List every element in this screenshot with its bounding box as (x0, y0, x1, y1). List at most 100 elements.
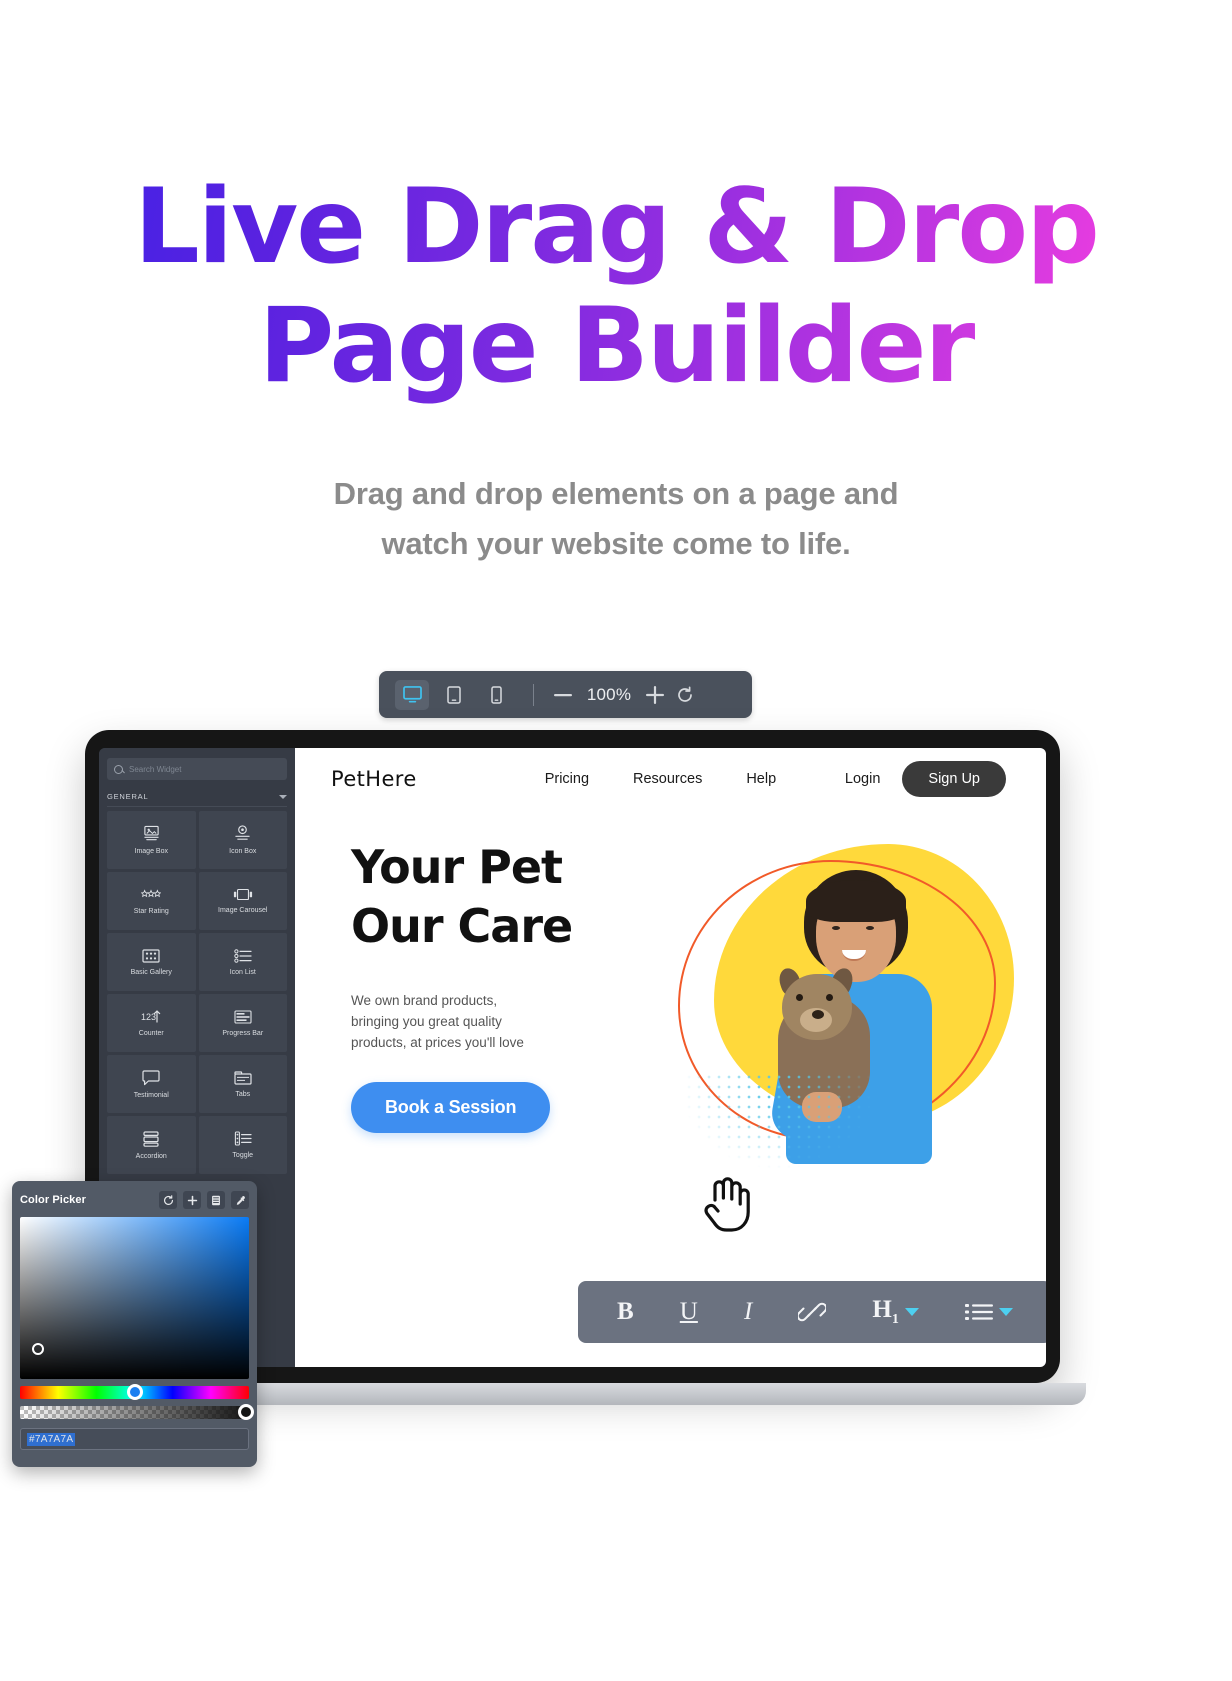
image-box-icon (144, 825, 159, 841)
widget-card-image-box[interactable]: Image Box (107, 811, 196, 869)
image-carousel-icon (233, 888, 252, 901)
widget-label: Image Box (134, 848, 168, 855)
tablet-icon (447, 685, 461, 704)
widget-card-tabs[interactable]: Tabs (198, 1055, 287, 1113)
site-nav-links: Pricing Resources Help (545, 771, 776, 787)
rich-text-toolbar: B U I H1 (578, 1281, 1046, 1343)
alpha-slider[interactable] (20, 1404, 254, 1420)
search-icon (114, 764, 123, 774)
color-picker-tools (159, 1191, 249, 1209)
color-picker-panel: Color Picker #7A7A7A (12, 1181, 257, 1467)
widget-card-progress-bar[interactable]: Progress Bar (198, 994, 287, 1052)
chevron-down-icon (904, 1308, 919, 1316)
widget-label: Icon Box (229, 848, 257, 855)
widget-card-basic-gallery[interactable]: Basic Gallery (107, 933, 196, 991)
hand-cursor-icon (704, 1177, 750, 1232)
widget-label: Accordion (135, 1152, 167, 1160)
zoom-controls: 100% (548, 680, 700, 710)
chevron-down-icon (279, 794, 287, 799)
color-picker-library-button[interactable] (207, 1191, 225, 1209)
color-picker-eyedropper-button[interactable] (231, 1191, 249, 1209)
site-logo[interactable]: PetHere (331, 767, 417, 791)
site-paragraph-line-1: We own brand products, (351, 992, 498, 1008)
icon-list-icon (234, 948, 252, 963)
saturation-handle[interactable] (32, 1343, 44, 1355)
page-subtitle: Drag and drop elements on a page and wat… (0, 469, 1232, 569)
widget-card-icon-list[interactable]: Icon List (198, 933, 287, 991)
mobile-view-button[interactable] (479, 680, 513, 710)
widget-card-toggle[interactable]: Toggle (198, 1116, 287, 1174)
reset-zoom-button[interactable] (670, 680, 700, 710)
testimonial-icon (142, 1069, 160, 1085)
widget-card-counter[interactable]: 123 Counter (107, 994, 196, 1052)
widget-label: Image Carousel (218, 907, 268, 914)
italic-label: I (743, 1298, 753, 1325)
counter-icon: 123 (141, 1010, 161, 1023)
signup-button[interactable]: Sign Up (902, 761, 1006, 797)
person-eye-right (866, 926, 874, 930)
book-session-button[interactable]: Book a Session (351, 1081, 551, 1133)
desktop-view-button[interactable] (395, 679, 429, 710)
site-hero-text: Your Pet Our Care We own brand products,… (295, 838, 625, 1133)
svg-text:123: 123 (141, 1012, 156, 1022)
site-paragraph-line-3: products, at prices you'll love (351, 1035, 524, 1051)
bold-button[interactable]: B (617, 1298, 634, 1326)
site-headline: Your Pet Our Care (351, 838, 625, 956)
widget-search-input[interactable]: Search Widget (107, 758, 287, 780)
widget-card-testimonial[interactable]: Testimonial (107, 1055, 196, 1113)
icon-box-icon (235, 825, 250, 840)
library-icon (212, 1195, 220, 1205)
login-link[interactable]: Login (845, 771, 880, 787)
eyedropper-icon (236, 1195, 245, 1205)
page-title: Live Drag & Drop Page Builder (0, 168, 1232, 407)
hex-value: #7A7A7A (27, 1432, 76, 1446)
reset-icon (678, 686, 692, 702)
site-navbar: PetHere Pricing Resources Help Login Sig… (295, 748, 1046, 810)
hue-slider[interactable] (20, 1384, 249, 1400)
site-hero-illustration (640, 834, 1040, 1174)
widget-card-icon-box[interactable]: Icon Box (198, 811, 287, 869)
link-button[interactable] (798, 1302, 827, 1322)
color-picker-reset-button[interactable] (159, 1191, 177, 1209)
widget-label: Star Rating (133, 907, 169, 915)
desktop-icon (402, 686, 422, 703)
widget-label: Basic Gallery (130, 968, 172, 976)
site-paragraph-line-2: bringing you great quality (351, 1014, 502, 1030)
add-icon (187, 1195, 197, 1205)
list-select[interactable] (964, 1302, 1013, 1322)
zoom-out-button[interactable] (548, 680, 578, 710)
reset-icon (163, 1194, 173, 1205)
color-picker-header: Color Picker (20, 1189, 249, 1211)
star-rating-icon (141, 888, 162, 897)
heading-label: H1 (872, 1296, 899, 1327)
widget-label: Counter (138, 1030, 164, 1037)
nav-link-resources[interactable]: Resources (633, 771, 702, 787)
progress-bar-icon (234, 1009, 252, 1024)
nav-link-help[interactable]: Help (746, 771, 776, 787)
nav-link-pricing[interactable]: Pricing (545, 771, 589, 787)
site-headline-line-1: Your Pet (351, 840, 563, 894)
heading-select[interactable]: H1 (872, 1296, 919, 1328)
hue-handle[interactable] (126, 1384, 143, 1400)
dog-eye-left (796, 994, 803, 1001)
page-subtitle-line-1: Drag and drop elements on a page and (333, 475, 899, 511)
cyan-dot-pattern (684, 1072, 874, 1168)
dog-nose (812, 1010, 824, 1019)
tablet-view-button[interactable] (437, 680, 471, 710)
alpha-handle[interactable] (238, 1404, 254, 1420)
dog-eye-right (826, 994, 833, 1001)
bold-label: B (617, 1298, 634, 1325)
widget-card-image-carousel[interactable]: Image Carousel (198, 872, 287, 930)
underline-button[interactable]: U (680, 1298, 698, 1326)
hex-input[interactable]: #7A7A7A (20, 1428, 249, 1450)
color-saturation-area[interactable] (20, 1217, 249, 1379)
widget-label: Icon List (229, 968, 256, 976)
mobile-icon (490, 685, 502, 704)
zoom-in-button[interactable] (640, 680, 670, 710)
widget-card-accordion[interactable]: Accordion (107, 1116, 196, 1174)
italic-button[interactable]: I (744, 1298, 752, 1326)
color-picker-add-button[interactable] (183, 1191, 201, 1209)
widget-card-star-rating[interactable]: Star Rating (107, 872, 196, 930)
site-hero: Your Pet Our Care We own brand products,… (295, 810, 1046, 1168)
sidebar-section-general[interactable]: GENERAL (107, 787, 287, 807)
